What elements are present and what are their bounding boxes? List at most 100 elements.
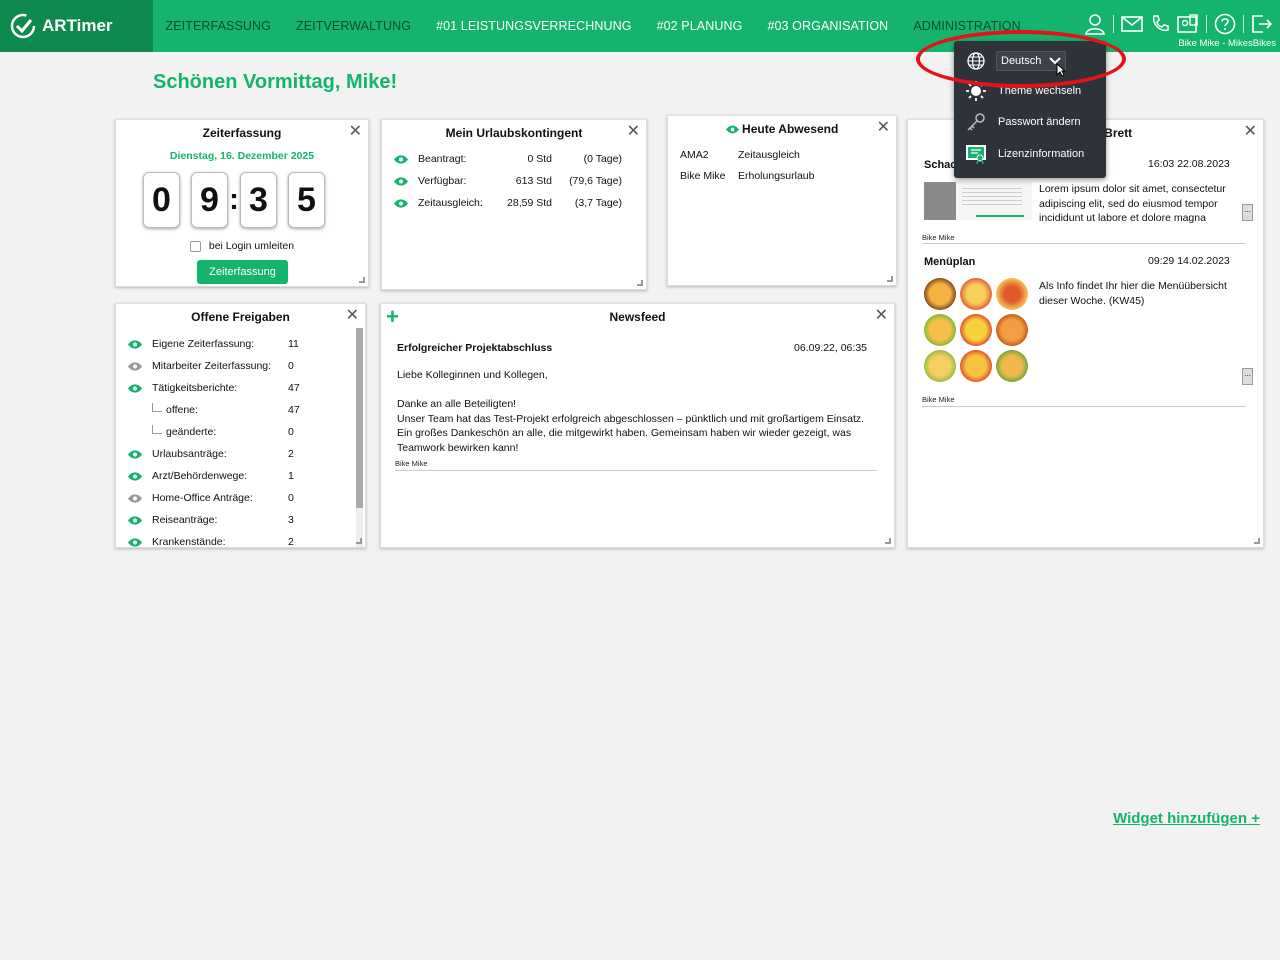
close-icon[interactable]: ✕ bbox=[346, 308, 359, 324]
scrollbar-thumb[interactable] bbox=[356, 328, 363, 508]
login-redirect-checkbox[interactable] bbox=[189, 240, 201, 252]
post-title: Menüplan bbox=[924, 256, 976, 268]
eye-icon[interactable] bbox=[128, 449, 142, 459]
more-button[interactable]: ... bbox=[1242, 368, 1253, 385]
license-menu-item[interactable]: Lizenzinformation bbox=[954, 141, 1106, 167]
urlaub-row: Zeitausgleich: 28,59 Std (3,7 Tage) bbox=[394, 197, 622, 209]
news-post-date: 06.09.22, 06:35 bbox=[794, 342, 867, 354]
pizza-icon bbox=[960, 278, 992, 310]
app-name: ARTimer bbox=[42, 16, 113, 35]
resize-handle[interactable] bbox=[1254, 538, 1260, 544]
freigabe-value: 0 bbox=[288, 360, 294, 372]
urlaub-days: (79,6 Tage) bbox=[569, 175, 622, 187]
eye-icon[interactable] bbox=[128, 537, 142, 547]
help-icon[interactable] bbox=[1213, 12, 1237, 36]
freigabe-label: Tätigkeitsberichte: bbox=[152, 382, 238, 394]
freigabe-row[interactable]: Tätigkeitsberichte: 47 bbox=[128, 382, 300, 394]
phone-icon[interactable] bbox=[1148, 12, 1172, 36]
close-icon[interactable]: ✕ bbox=[627, 124, 640, 140]
resize-handle[interactable] bbox=[887, 276, 893, 282]
scrollbar[interactable] bbox=[356, 328, 363, 547]
freigabe-row[interactable]: Mitarbeiter Zeiterfassung: 0 bbox=[128, 360, 294, 372]
main-nav: ZEITERFASSUNG ZEITVERWALTUNG #01 LEISTUN… bbox=[153, 0, 1033, 52]
eye-icon[interactable] bbox=[128, 515, 142, 525]
resize-handle[interactable] bbox=[359, 277, 365, 283]
resize-handle[interactable] bbox=[356, 538, 362, 544]
widget-urlaubskontingent: Mein Urlaubskontingent ✕ Beantragt: 0 St… bbox=[381, 119, 647, 290]
mail-icon[interactable] bbox=[1120, 12, 1144, 36]
urlaub-row: Verfügbar: 613 Std (79,6 Tage) bbox=[394, 175, 622, 187]
freigabe-value: 0 bbox=[288, 426, 294, 438]
zeiterfassung-button[interactable]: Zeiterfassung bbox=[197, 260, 288, 284]
eye-icon[interactable] bbox=[128, 361, 142, 371]
freigabe-value: 47 bbox=[288, 382, 300, 394]
freigabe-subrow[interactable]: offene: 47 bbox=[152, 402, 300, 416]
post-author: Bike Mike bbox=[922, 233, 955, 242]
freigabe-row[interactable]: Urlaubsanträge: 2 bbox=[128, 448, 294, 460]
freigabe-label: Urlaubsanträge: bbox=[152, 448, 227, 460]
food-menu-image[interactable] bbox=[924, 278, 1034, 384]
add-widget-link[interactable]: Widget hinzufügen + bbox=[1113, 810, 1260, 827]
clock-digit: 0 bbox=[143, 172, 180, 228]
freigabe-label: Eigene Zeiterfassung: bbox=[152, 338, 255, 350]
logout-icon[interactable] bbox=[1250, 12, 1274, 36]
key-icon bbox=[964, 111, 988, 133]
clock-colon: : bbox=[229, 183, 239, 216]
header-icons bbox=[1083, 12, 1274, 36]
license-certificate-icon bbox=[964, 143, 988, 165]
user-info: Bike Mike - MikesBikes bbox=[1178, 38, 1276, 49]
widget-offene-freigaben: Offene Freigaben ✕ Eigene Zeiterfassung:… bbox=[115, 303, 366, 548]
nav-organisation[interactable]: #03 ORGANISATION bbox=[755, 19, 901, 33]
user-icon[interactable] bbox=[1083, 12, 1107, 36]
divider bbox=[395, 470, 877, 471]
more-button[interactable]: ... bbox=[1242, 204, 1253, 221]
nav-zeiterfassung[interactable]: ZEITERFASSUNG bbox=[153, 19, 283, 33]
freigabe-subrow[interactable]: geänderte: 0 bbox=[152, 424, 294, 438]
news-post-title: Erfolgreicher Projektabschluss bbox=[397, 342, 553, 354]
widget-zeiterfassung: Zeiterfassung ✕ Dienstag, 16. Dezember 2… bbox=[115, 119, 369, 287]
app-logo[interactable]: ARTimer bbox=[0, 0, 153, 52]
freigabe-row[interactable]: Reiseanträge: 3 bbox=[128, 514, 294, 526]
nav-leistungsverrechnung[interactable]: #01 LEISTUNGSVERRECHNUNG bbox=[424, 19, 645, 33]
close-icon[interactable]: ✕ bbox=[875, 308, 888, 324]
nav-planung[interactable]: #02 PLANUNG bbox=[644, 19, 755, 33]
eye-icon[interactable] bbox=[394, 176, 408, 186]
resize-handle[interactable] bbox=[885, 538, 891, 544]
id-card-icon[interactable] bbox=[1176, 12, 1200, 36]
header-separator bbox=[1113, 15, 1114, 33]
freigabe-row[interactable]: Eigene Zeiterfassung: 11 bbox=[128, 338, 299, 350]
close-icon[interactable]: ✕ bbox=[349, 124, 362, 140]
freigabe-value: 1 bbox=[288, 470, 294, 482]
widget-schwarzes-brett: Schwarzes Brett ✕ Schach 16:03 22.08.202… bbox=[907, 119, 1264, 548]
divider bbox=[922, 243, 1246, 244]
eye-icon[interactable] bbox=[394, 154, 408, 164]
nav-zeitverwaltung[interactable]: ZEITVERWALTUNG bbox=[283, 19, 423, 33]
abwesend-name: AMA2 bbox=[680, 149, 709, 161]
nachos-icon bbox=[960, 350, 992, 382]
abwesend-reason: Zeitausgleich bbox=[738, 149, 800, 161]
tree-branch-icon bbox=[152, 424, 162, 434]
news-thanks: Danke an alle Beteiligten! bbox=[397, 398, 517, 410]
freigabe-label: Krankenstände: bbox=[152, 536, 226, 548]
eye-icon[interactable] bbox=[128, 471, 142, 481]
resize-handle[interactable] bbox=[637, 280, 643, 286]
freigabe-row[interactable]: Home-Office Anträge: 0 bbox=[128, 492, 294, 504]
login-redirect-label: bei Login umleiten bbox=[208, 240, 295, 252]
post-date: 09:29 14.02.2023 bbox=[1148, 255, 1230, 267]
password-menu-item[interactable]: Passwort ändern bbox=[954, 109, 1106, 135]
freigabe-value: 11 bbox=[288, 338, 299, 350]
urlaub-label: Beantragt: bbox=[418, 153, 467, 165]
widget-newsfeed: + Newsfeed ✕ Erfolgreicher Projektabschl… bbox=[380, 303, 895, 548]
eye-icon[interactable] bbox=[128, 339, 142, 349]
eye-icon[interactable] bbox=[394, 198, 408, 208]
freigabe-row[interactable]: Arzt/Behördenwege: 1 bbox=[128, 470, 294, 482]
eye-icon[interactable] bbox=[128, 493, 142, 503]
news-post-body: Liebe Kolleginnen und Kollegen, Danke an… bbox=[397, 368, 867, 455]
eye-icon[interactable] bbox=[128, 383, 142, 393]
close-icon[interactable]: ✕ bbox=[1244, 124, 1257, 140]
widget-title: Mein Urlaubskontingent bbox=[445, 126, 583, 140]
freigabe-row[interactable]: Krankenstände: 2 bbox=[128, 536, 294, 548]
close-icon[interactable]: ✕ bbox=[877, 120, 890, 136]
post-thumbnail[interactable] bbox=[924, 182, 1032, 220]
freigabe-value: 3 bbox=[288, 514, 294, 526]
